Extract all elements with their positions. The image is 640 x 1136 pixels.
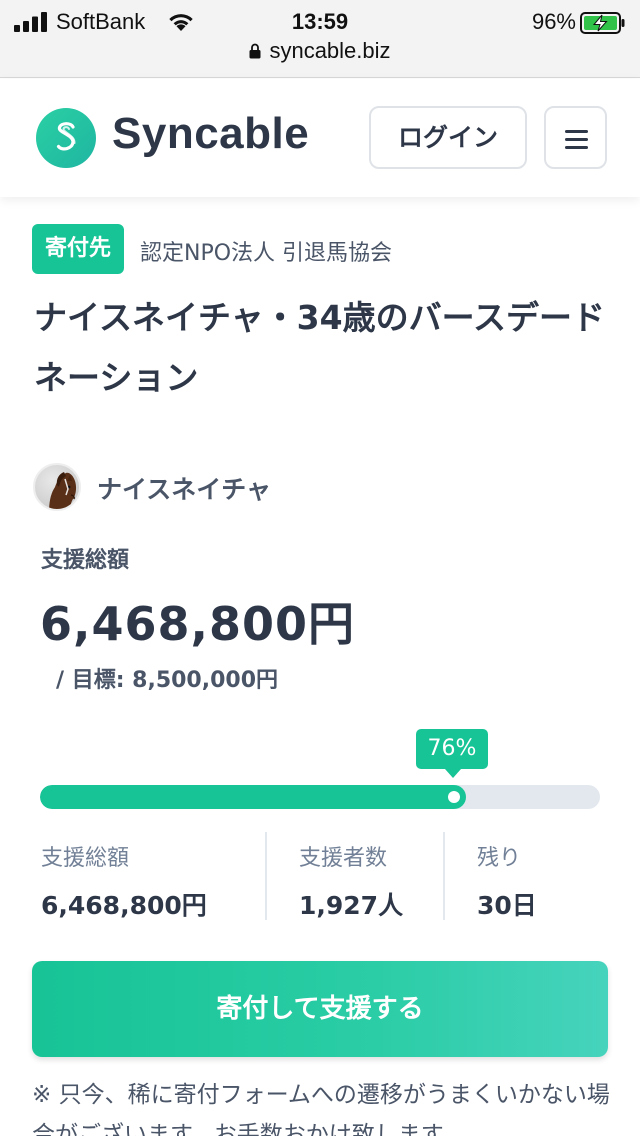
goal-amount: / 目標: 8,500,000円 [56, 668, 279, 693]
battery-percent: 96% [531, 9, 576, 34]
hamburger-menu-icon [565, 146, 588, 149]
stats-divider [443, 832, 445, 920]
url-text: syncable.biz [269, 38, 391, 63]
donation-target-badge: 寄付先 [32, 224, 124, 274]
lock-icon [249, 43, 261, 59]
stat-total: 支援総額 6,468,800円 [41, 832, 207, 922]
stat-supporters: 支援者数 1,927人 [299, 832, 403, 922]
owner-avatar[interactable] [33, 463, 81, 511]
organization-name[interactable]: 認定NPO法人 引退馬協会 [140, 235, 392, 267]
progress-bar-fill [40, 785, 466, 809]
login-button[interactable]: ログイン [369, 106, 527, 169]
stat-label: 支援者数 [299, 846, 388, 871]
total-amount-label: 支援総額 [41, 548, 130, 573]
status-row: SoftBank 13:59 96% [0, 6, 640, 36]
site-header: Syncable ログイン [0, 79, 640, 197]
stat-value: 30日 [477, 891, 537, 920]
stat-label: 残り [477, 846, 522, 871]
progress-percent-badge: 76% [416, 729, 488, 778]
menu-button[interactable] [544, 106, 607, 169]
notice-text: ※ 只今、稀に寄付フォームへの遷移がうまくいかない場合がございます。お手数おかけ… [32, 1082, 610, 1136]
address-bar[interactable]: syncable.biz [0, 38, 640, 68]
battery-charging-icon [580, 12, 625, 34]
stat-label: 支援総額 [41, 846, 130, 871]
hamburger-menu-icon [565, 138, 588, 141]
total-amount-value: 6,468,800円 [40, 597, 355, 651]
syncable-logo-icon[interactable] [36, 108, 96, 168]
status-bar: SoftBank 13:59 96% syncable.biz [0, 0, 640, 78]
progress-bar-track [40, 785, 600, 809]
brand-name[interactable]: Syncable [112, 109, 309, 159]
horse-avatar-icon [49, 472, 77, 509]
project-title: ナイスネイチャ・34歳のバースデードネーション [34, 298, 605, 397]
stat-value: 6,468,800円 [41, 891, 207, 920]
stats-row: 支援総額 6,468,800円 支援者数 1,927人 残り 30日 [0, 832, 640, 922]
stat-remaining: 残り 30日 [477, 832, 537, 922]
hamburger-menu-icon [565, 130, 588, 133]
logo-s-icon [56, 122, 76, 151]
progress-marker [448, 791, 460, 803]
donate-button[interactable]: 寄付して支援する [32, 961, 608, 1057]
owner-name[interactable]: ナイスネイチャ [97, 470, 271, 506]
stats-divider [265, 832, 267, 920]
stat-value: 1,927人 [299, 891, 404, 920]
